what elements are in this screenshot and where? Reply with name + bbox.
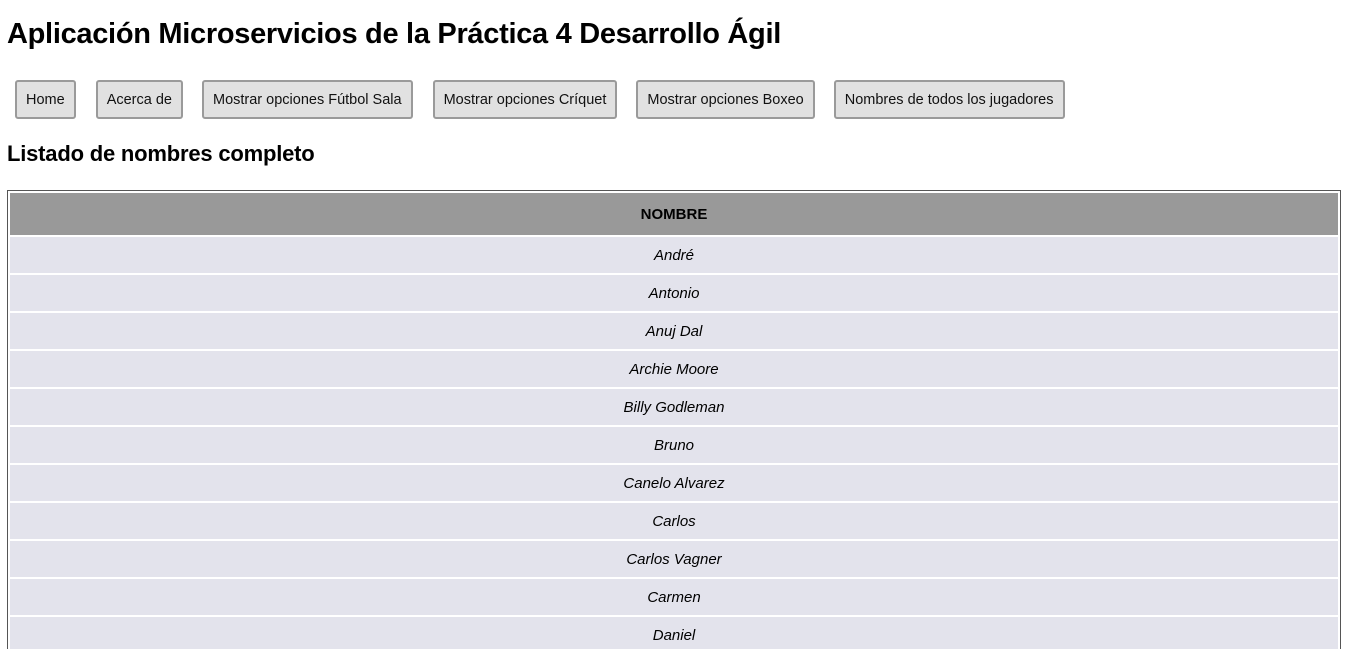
nav-futbol-sala-button[interactable]: Mostrar opciones Fútbol Sala [201, 80, 413, 119]
name-cell: Antonio [10, 275, 1338, 311]
table-row: Archie Moore [10, 351, 1338, 387]
name-cell: Archie Moore [10, 351, 1338, 387]
nav-criquet-button[interactable]: Mostrar opciones Críquet [432, 80, 618, 119]
table-row: André [10, 237, 1338, 273]
page: Aplicación Microservicios de la Práctica… [0, 0, 1350, 649]
table-row: Canelo Alvarez [10, 465, 1338, 501]
table-row: Carlos [10, 503, 1338, 539]
table-row: Billy Godleman [10, 389, 1338, 425]
table-row: Antonio [10, 275, 1338, 311]
name-cell: Carlos [10, 503, 1338, 539]
section-title: Listado de nombres completo [7, 141, 315, 166]
nav-home-button[interactable]: Home [15, 80, 76, 119]
name-cell: Billy Godleman [10, 389, 1338, 425]
name-cell: Daniel [10, 617, 1338, 649]
table-row: Carmen [10, 579, 1338, 615]
name-cell: Canelo Alvarez [10, 465, 1338, 501]
page-title: Aplicación Microservicios de la Práctica… [7, 18, 781, 50]
name-cell: Bruno [10, 427, 1338, 463]
table-row: Bruno [10, 427, 1338, 463]
table-row: Daniel [10, 617, 1338, 649]
names-table: NOMBRE André Antonio Anuj Dal Archie Moo… [8, 191, 1340, 649]
name-cell: André [10, 237, 1338, 273]
nav-all-players-button[interactable]: Nombres de todos los jugadores [833, 80, 1065, 119]
name-cell: Carmen [10, 579, 1338, 615]
name-cell: Anuj Dal [10, 313, 1338, 349]
name-cell: Carlos Vagner [10, 541, 1338, 577]
names-table-container: NOMBRE André Antonio Anuj Dal Archie Moo… [7, 190, 1341, 649]
table-row: Carlos Vagner [10, 541, 1338, 577]
nav-boxeo-button[interactable]: Mostrar opciones Boxeo [636, 80, 815, 119]
nav-menu: Home Acerca de Mostrar opciones Fútbol S… [15, 80, 1065, 119]
column-header-nombre: NOMBRE [10, 193, 1338, 235]
nav-about-button[interactable]: Acerca de [95, 80, 183, 119]
table-row: Anuj Dal [10, 313, 1338, 349]
table-header-row: NOMBRE [10, 193, 1338, 235]
